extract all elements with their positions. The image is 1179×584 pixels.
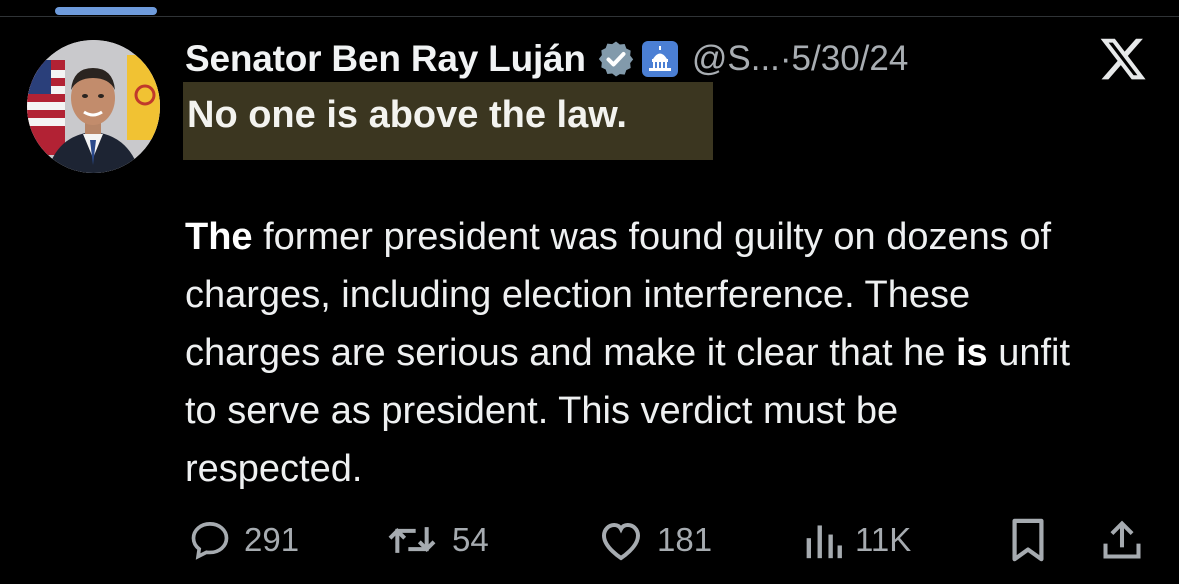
x-logo-icon (1100, 38, 1146, 80)
avatar[interactable] (27, 40, 160, 173)
capitol-building-icon (641, 41, 678, 77)
reply-count: 291 (244, 521, 300, 558)
tweet-headline: No one is above the law. (187, 94, 627, 136)
top-scroll-indicator (55, 7, 157, 15)
views-button[interactable]: 11K (803, 515, 911, 565)
tweet-date[interactable]: 5/30/24 (792, 39, 909, 79)
tweet-body: The former president was found guilty on… (185, 208, 1085, 498)
avatar-photo (27, 40, 160, 173)
repost-button[interactable]: 54 (386, 515, 489, 565)
display-name[interactable]: Senator Ben Ray Luján (185, 38, 586, 80)
body-mid-bold: is (955, 332, 988, 374)
handle[interactable]: @S... (692, 39, 780, 79)
bookmark-icon (1012, 518, 1044, 562)
body-part-1: former president was found guilty on doz… (185, 216, 1052, 374)
repost-count: 54 (452, 521, 489, 558)
top-divider (0, 16, 1179, 17)
body-lead-bold: The (185, 216, 253, 258)
verified-badge-icon[interactable] (596, 39, 636, 79)
tweet-header: Senator Ben Ray Luján @S... · 5/30/24 (185, 34, 908, 84)
heart-icon (601, 522, 641, 561)
separator-dot: · (779, 39, 792, 78)
reply-button[interactable]: 291 (188, 515, 299, 565)
views-count: 11K (855, 521, 912, 558)
action-bar: 291 54 181 11K (0, 515, 1179, 565)
share-button[interactable] (1100, 515, 1144, 565)
views-chart-icon (806, 525, 842, 559)
like-count: 181 (657, 521, 713, 558)
repost-icon (388, 527, 436, 553)
reply-icon (191, 522, 229, 560)
bookmark-button[interactable] (1008, 515, 1048, 565)
like-button[interactable]: 181 (597, 515, 712, 565)
share-icon (1103, 520, 1141, 559)
